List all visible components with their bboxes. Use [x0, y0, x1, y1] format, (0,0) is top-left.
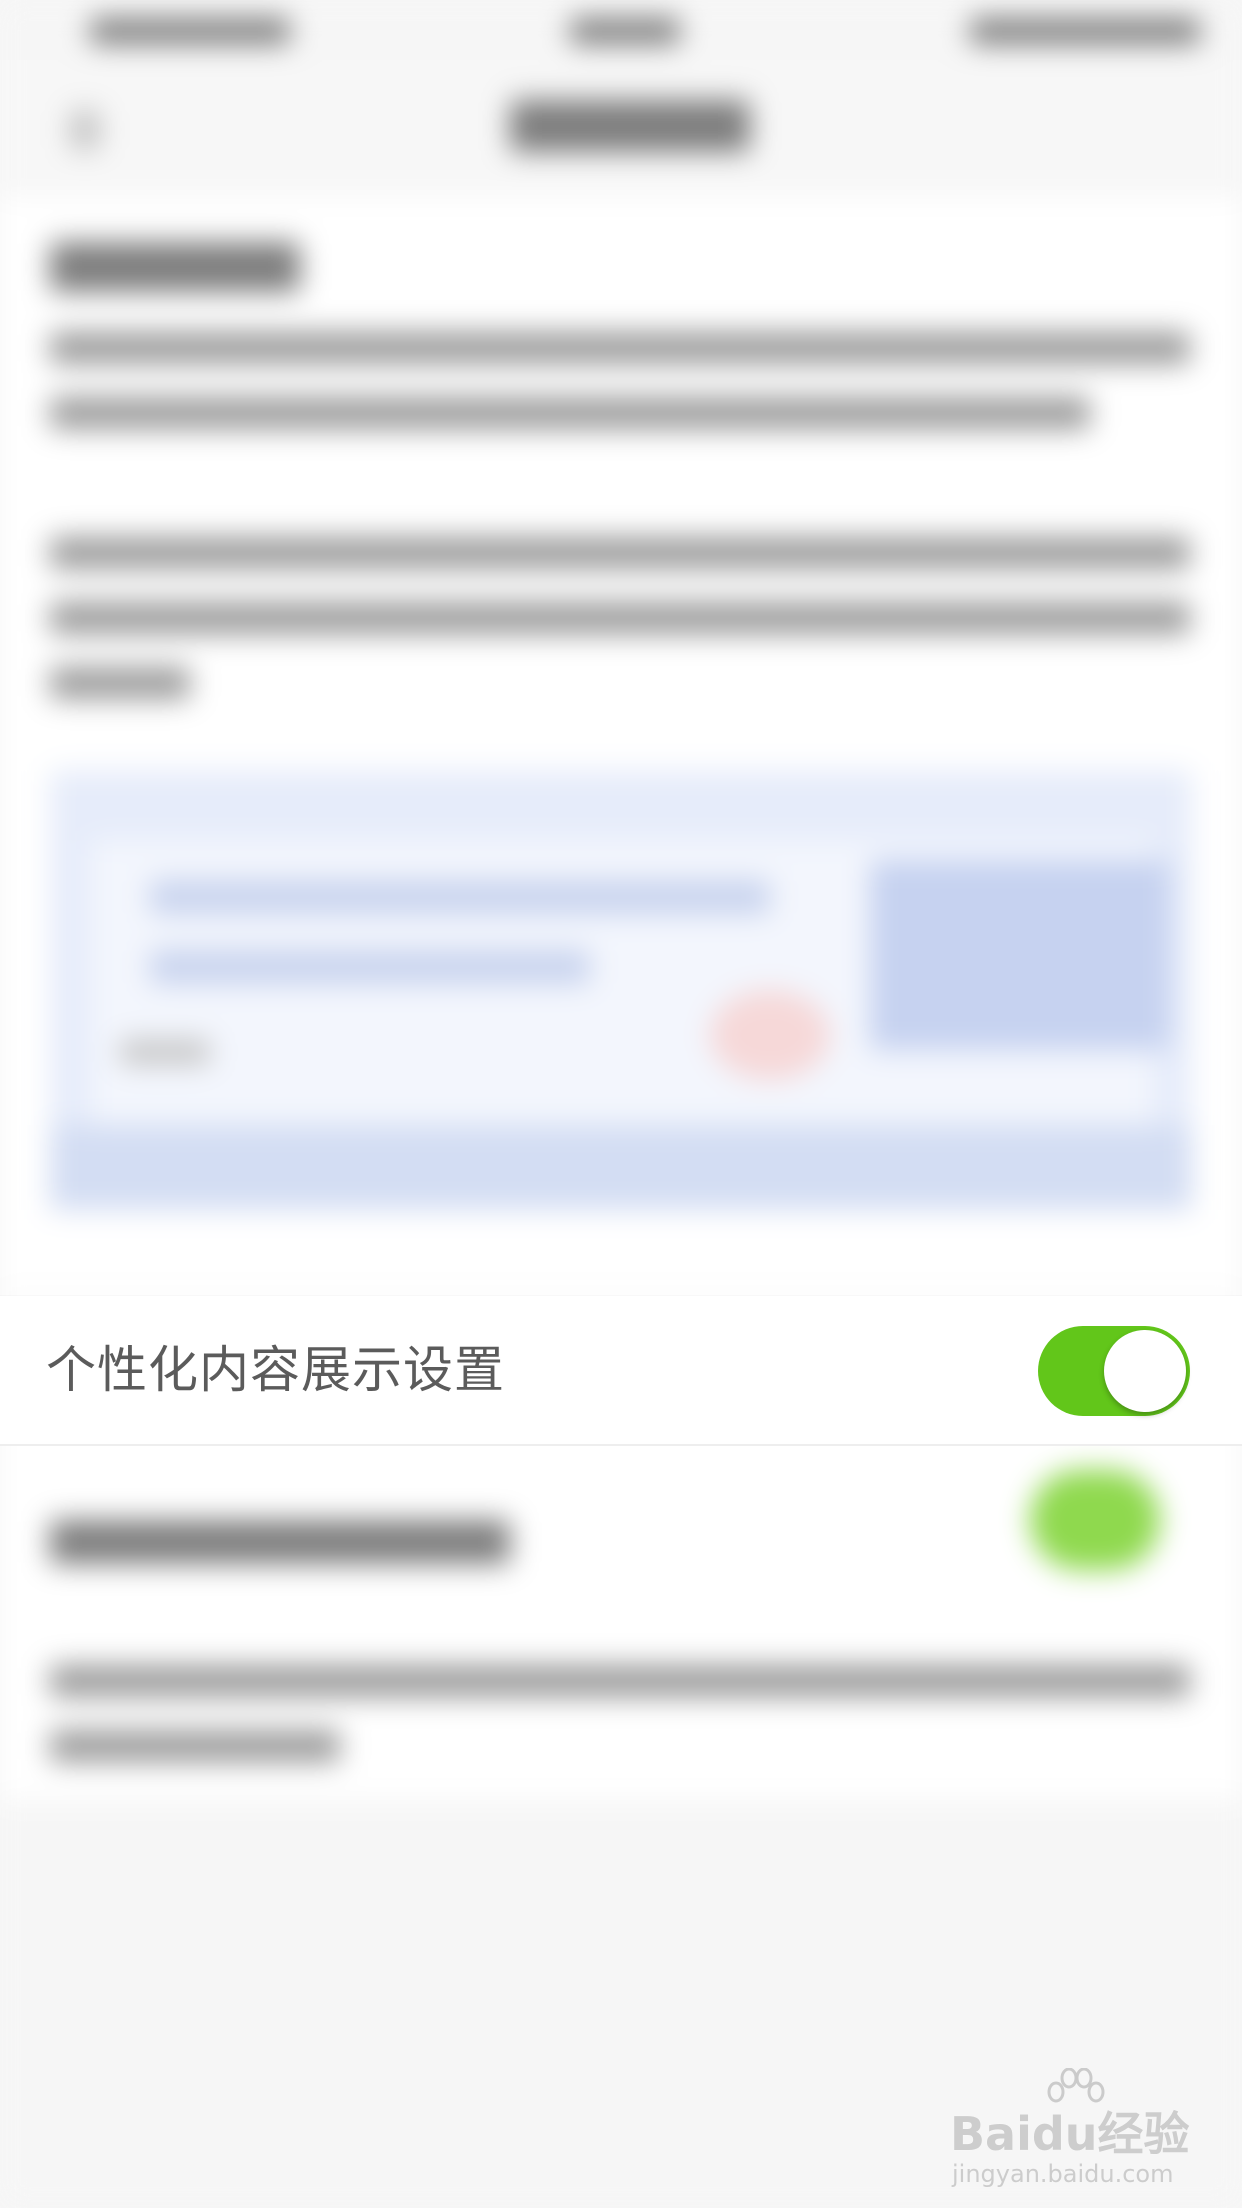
- screen: 个性化内容展示设置 Baidu经验 jingyan.baidu.com: [0, 0, 1242, 2208]
- toggle-knob: [1104, 1330, 1186, 1412]
- baidu-jingyan-watermark: Baidu经验 jingyan.baidu.com: [950, 2068, 1220, 2188]
- article-content: [0, 192, 1242, 1292]
- blurred-background: [0, 0, 1242, 2208]
- nav-bar: [0, 60, 1242, 192]
- illustration-image: [50, 770, 1192, 1210]
- personalized-content-toggle[interactable]: [1038, 1326, 1190, 1416]
- blurred-toggle: [1030, 1470, 1160, 1570]
- watermark-logo-text: Baidu经验: [950, 2107, 1190, 2161]
- watermark-url: jingyan.baidu.com: [952, 2160, 1174, 2188]
- status-bar: [0, 0, 1242, 60]
- personalized-content-setting-row: 个性化内容展示设置: [0, 1296, 1242, 1446]
- setting-label: 个性化内容展示设置: [46, 1341, 505, 1399]
